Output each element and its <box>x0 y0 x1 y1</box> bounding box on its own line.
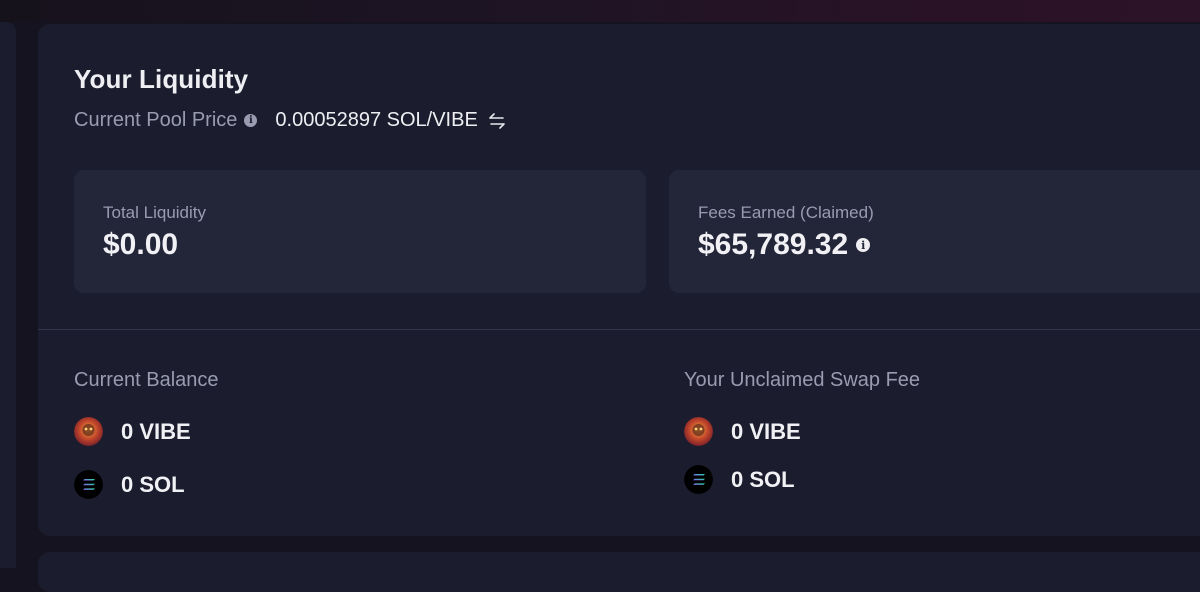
fees-earned-value: $65,789.32 i <box>698 228 871 262</box>
unclaimed-swap-fee-section: Your Unclaimed Swap Fee 0 VIBE 0 SOL <box>684 369 921 494</box>
fees-earned-box: Fees Earned (Claimed) $65,789.32 i <box>669 170 1200 293</box>
section-divider <box>38 329 1200 330</box>
sol-unclaimed-amount: 0 SOL <box>731 466 795 492</box>
top-bar <box>0 0 1200 22</box>
list-item: 0 VIBE <box>684 417 801 446</box>
page-title: Your Liquidity <box>74 64 249 94</box>
left-panel-edge <box>0 22 16 568</box>
vibe-token-icon <box>684 417 713 446</box>
total-liquidity-amount: $0.00 <box>103 228 179 261</box>
pool-price-label: Current Pool Price <box>74 109 238 131</box>
total-liquidity-box: Total Liquidity $0.00 <box>74 170 646 293</box>
info-icon[interactable]: i <box>856 238 871 252</box>
list-item: 0 SOL <box>74 470 185 499</box>
list-item: 0 SOL <box>684 465 795 494</box>
pool-price-row: Current Pool Price i 0.00052897 SOL/VIBE <box>74 109 507 132</box>
your-liquidity-card: Your Liquidity Current Pool Price i 0.00… <box>38 24 1200 536</box>
sol-balance-amount: 0 SOL <box>121 471 185 497</box>
total-liquidity-value: $0.00 <box>103 228 178 262</box>
vibe-unclaimed-amount: 0 VIBE <box>731 418 801 444</box>
pool-price-value: 0.00052897 SOL/VIBE <box>275 109 478 131</box>
swap-direction-icon[interactable] <box>487 111 507 131</box>
next-card <box>38 552 1200 592</box>
vibe-balance-amount: 0 VIBE <box>121 418 191 444</box>
current-balance-section: Current Balance 0 VIBE 0 SOL <box>74 369 219 499</box>
sol-token-icon <box>74 470 103 499</box>
list-item: 0 VIBE <box>74 417 191 446</box>
sol-token-icon <box>684 465 713 494</box>
vibe-token-icon <box>74 417 103 446</box>
unclaimed-swap-fee-title: Your Unclaimed Swap Fee <box>684 369 921 391</box>
info-icon[interactable]: i <box>244 114 258 127</box>
fees-earned-amount: $65,789.32 <box>698 228 849 261</box>
fees-earned-label: Fees Earned (Claimed) <box>698 203 874 222</box>
current-balance-title: Current Balance <box>74 369 219 391</box>
total-liquidity-label: Total Liquidity <box>103 203 207 222</box>
